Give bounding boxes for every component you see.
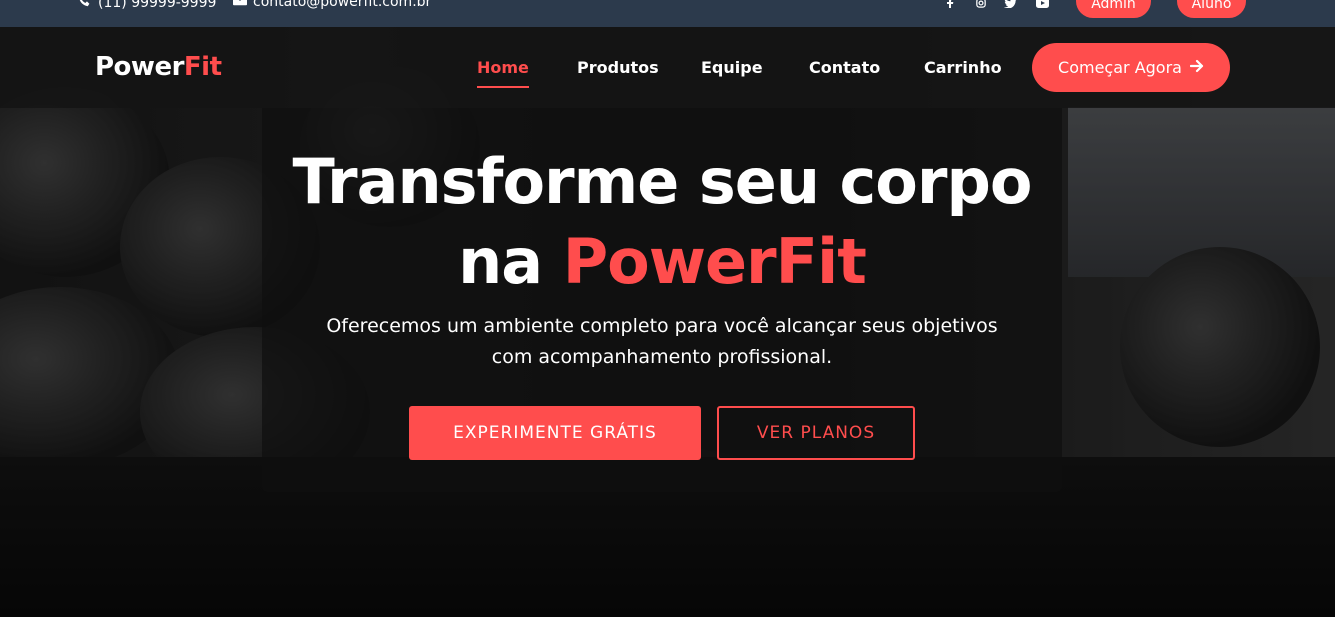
experimente-gratis-button[interactable]: EXPERIMENTE GRÁTIS (409, 406, 701, 460)
email-contact[interactable]: contato@powerfit.com.br (233, 0, 431, 10)
ver-planos-button[interactable]: VER PLANOS (717, 406, 915, 460)
hero-card: Transforme seu corpo na PowerFit Oferece… (262, 108, 1062, 492)
hero-subtitle-line1: Oferecemos um ambiente completo para voc… (326, 315, 998, 337)
hero-title-prefix: na (458, 225, 563, 298)
main-header: PowerFit Home Produtos Equipe Contato Ca… (0, 27, 1335, 108)
nav-contato[interactable]: Contato (809, 58, 880, 77)
logo-accent: Fit (183, 52, 222, 82)
arrow-right-icon (1189, 58, 1204, 77)
hero-title-accent: PowerFit (562, 225, 867, 298)
top-bar: (11) 99999-9999 contato@powerfit.com.br … (0, 0, 1335, 27)
logo[interactable]: PowerFit (95, 52, 222, 82)
hero-title-line1: Transforme seu corpo (292, 145, 1033, 218)
admin-button[interactable]: Admin (1076, 0, 1151, 18)
nav-produtos[interactable]: Produtos (577, 58, 659, 77)
email-text: contato@powerfit.com.br (253, 0, 432, 10)
hero-title: Transforme seu corpo na PowerFit (262, 142, 1062, 302)
envelope-icon (233, 0, 247, 10)
facebook-icon[interactable] (946, 0, 954, 11)
comecar-agora-button[interactable]: Começar Agora (1032, 43, 1230, 92)
phone-icon (78, 0, 92, 11)
nav-home[interactable]: Home (477, 58, 529, 88)
youtube-icon[interactable] (1036, 0, 1049, 11)
nav-carrinho[interactable]: Carrinho (924, 58, 1002, 77)
twitter-icon[interactable] (1004, 0, 1017, 11)
hero-title-line2: na PowerFit (262, 222, 1062, 302)
phone-contact[interactable]: (11) 99999-9999 (78, 0, 216, 11)
phone-text: (11) 99999-9999 (98, 0, 217, 11)
hero-subtitle: Oferecemos um ambiente completo para voc… (302, 311, 1022, 373)
aluno-button[interactable]: Aluno (1177, 0, 1246, 18)
nav-equipe[interactable]: Equipe (701, 58, 763, 77)
hero-subtitle-line2: com acompanhamento profissional. (491, 346, 833, 368)
instagram-icon[interactable] (975, 0, 987, 11)
logo-main: Power (95, 52, 184, 82)
cta-label: Começar Agora (1058, 58, 1182, 77)
